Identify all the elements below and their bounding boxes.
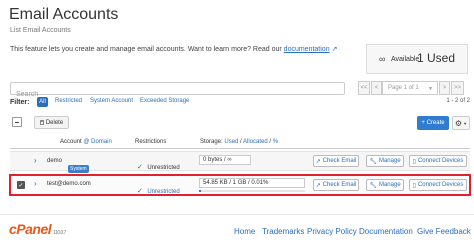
footer-link-give-feedback[interactable]: Give Feedback — [417, 227, 471, 236]
next-page-button[interactable]: > — [439, 81, 450, 95]
search-field[interactable] — [10, 82, 345, 100]
page-title: Email Accounts — [9, 6, 119, 23]
account-name: test@demo.com — [47, 181, 91, 187]
header-storage-used[interactable]: Used — [224, 139, 238, 145]
row-checkbox[interactable]: ✓ — [17, 181, 25, 189]
system-badge: System — [68, 165, 89, 173]
manage-button[interactable]: 🔧︎ Manage — [366, 155, 404, 167]
footer-link-documentation[interactable]: Documentation — [359, 227, 413, 236]
page-subtitle: List Email Accounts — [10, 27, 71, 34]
wrench-icon: 🔧︎ — [369, 158, 377, 165]
storage-value: 54.85 KB / 1 GB / 0.01% — [199, 178, 305, 188]
column-header-restrictions[interactable]: Restrictions — [135, 139, 166, 145]
first-page-button[interactable]: << — [358, 81, 370, 95]
used-count: 1 Used — [416, 51, 455, 65]
expand-chevron-icon[interactable]: › — [34, 156, 37, 165]
filter-all[interactable]: All — [37, 97, 48, 107]
external-link-icon: ↗ — [315, 182, 321, 189]
delete-label: Delete — [45, 119, 64, 126]
restriction-link[interactable]: Unrestricted — [147, 189, 179, 195]
footer-link-privacy-policy[interactable]: Privacy Policy — [307, 227, 357, 236]
brand-name: cPanel — [9, 221, 52, 237]
footer-divider — [0, 214, 474, 215]
trash-icon — [39, 120, 44, 125]
external-link-icon: ↗ — [315, 158, 321, 165]
chevron-down-icon: ▼ — [428, 86, 433, 92]
caret-down-icon: ▼ — [463, 120, 468, 126]
check-icon: ✓ — [137, 164, 143, 171]
page-select-value: Page 1 of 1 — [388, 85, 419, 91]
restriction-status: ✓ Unrestricted — [137, 156, 180, 174]
device-icon: ▯ — [412, 158, 416, 165]
result-count: 1 - 2 of 2 — [446, 98, 470, 104]
device-icon: ▯ — [412, 182, 416, 189]
filter-label: Filter: — [10, 99, 30, 106]
connect-devices-button[interactable]: ▯ Connect Devices — [409, 179, 467, 191]
stats-panel: ∞ Available 1 Used — [366, 44, 468, 74]
header-storage-label: Storage: — [200, 139, 223, 145]
header-storage-allocated[interactable]: Allocated — [243, 139, 268, 145]
storage-value: 0 bytes / ∞ — [199, 155, 251, 165]
restriction-label: Unrestricted — [147, 165, 180, 171]
documentation-link[interactable]: documentation — [284, 46, 330, 53]
footer-link-trademarks[interactable]: Trademarks — [262, 227, 304, 236]
create-button[interactable]: + Create — [417, 116, 449, 130]
storage-progress-bar — [199, 190, 305, 192]
version-label: 110.0.7 — [53, 230, 66, 236]
header-storage-percent[interactable]: % — [273, 139, 278, 145]
infinity-icon: ∞ — [379, 54, 386, 64]
connect-devices-button[interactable]: ▯ Connect Devices — [409, 155, 467, 167]
filter-system-account[interactable]: System Account — [90, 98, 133, 104]
available-label: Available — [391, 56, 420, 63]
settings-menu-button[interactable]: ⚙ ▼ — [452, 116, 470, 130]
column-header-account[interactable]: Account @ Domain — [60, 139, 112, 145]
select-all-checkbox[interactable] — [12, 117, 22, 127]
wrench-icon: 🔧︎ — [369, 182, 377, 189]
filter-exceeded-storage[interactable]: Exceeded Storage — [140, 98, 189, 104]
check-email-button[interactable]: ↗ Check Email — [313, 155, 359, 167]
table-header-divider — [10, 148, 470, 149]
expand-chevron-icon[interactable]: › — [34, 179, 37, 188]
manage-button[interactable]: 🔧︎ Manage — [366, 179, 404, 191]
external-link-icon: ↗ — [331, 46, 338, 53]
check-email-button[interactable]: ↗ Check Email — [313, 179, 359, 191]
filter-restricted[interactable]: Restricted — [55, 98, 82, 104]
restriction-status: ✓ Unrestricted — [137, 180, 180, 198]
intro-body: This feature lets you create and manage … — [10, 46, 282, 53]
last-page-button[interactable]: >> — [451, 81, 464, 95]
check-icon: ✓ — [137, 188, 143, 195]
account-name: demo — [47, 158, 63, 164]
page-select[interactable]: Page 1 of 1 ▼ — [382, 81, 438, 95]
delete-button[interactable]: Delete — [34, 116, 69, 129]
header-account-label: Account — [60, 139, 82, 145]
footer-link-home[interactable]: Home — [234, 227, 255, 236]
header-domain-label[interactable]: @ Domain — [83, 139, 111, 145]
intro-text: This feature lets you create and manage … — [10, 45, 337, 53]
prev-page-button[interactable]: < — [371, 81, 382, 95]
gear-icon: ⚙ — [454, 118, 463, 128]
column-header-storage[interactable]: Storage: Used / Allocated / % — [200, 139, 278, 145]
cpanel-logo[interactable]: cPanel 110.0.7 — [9, 221, 66, 237]
